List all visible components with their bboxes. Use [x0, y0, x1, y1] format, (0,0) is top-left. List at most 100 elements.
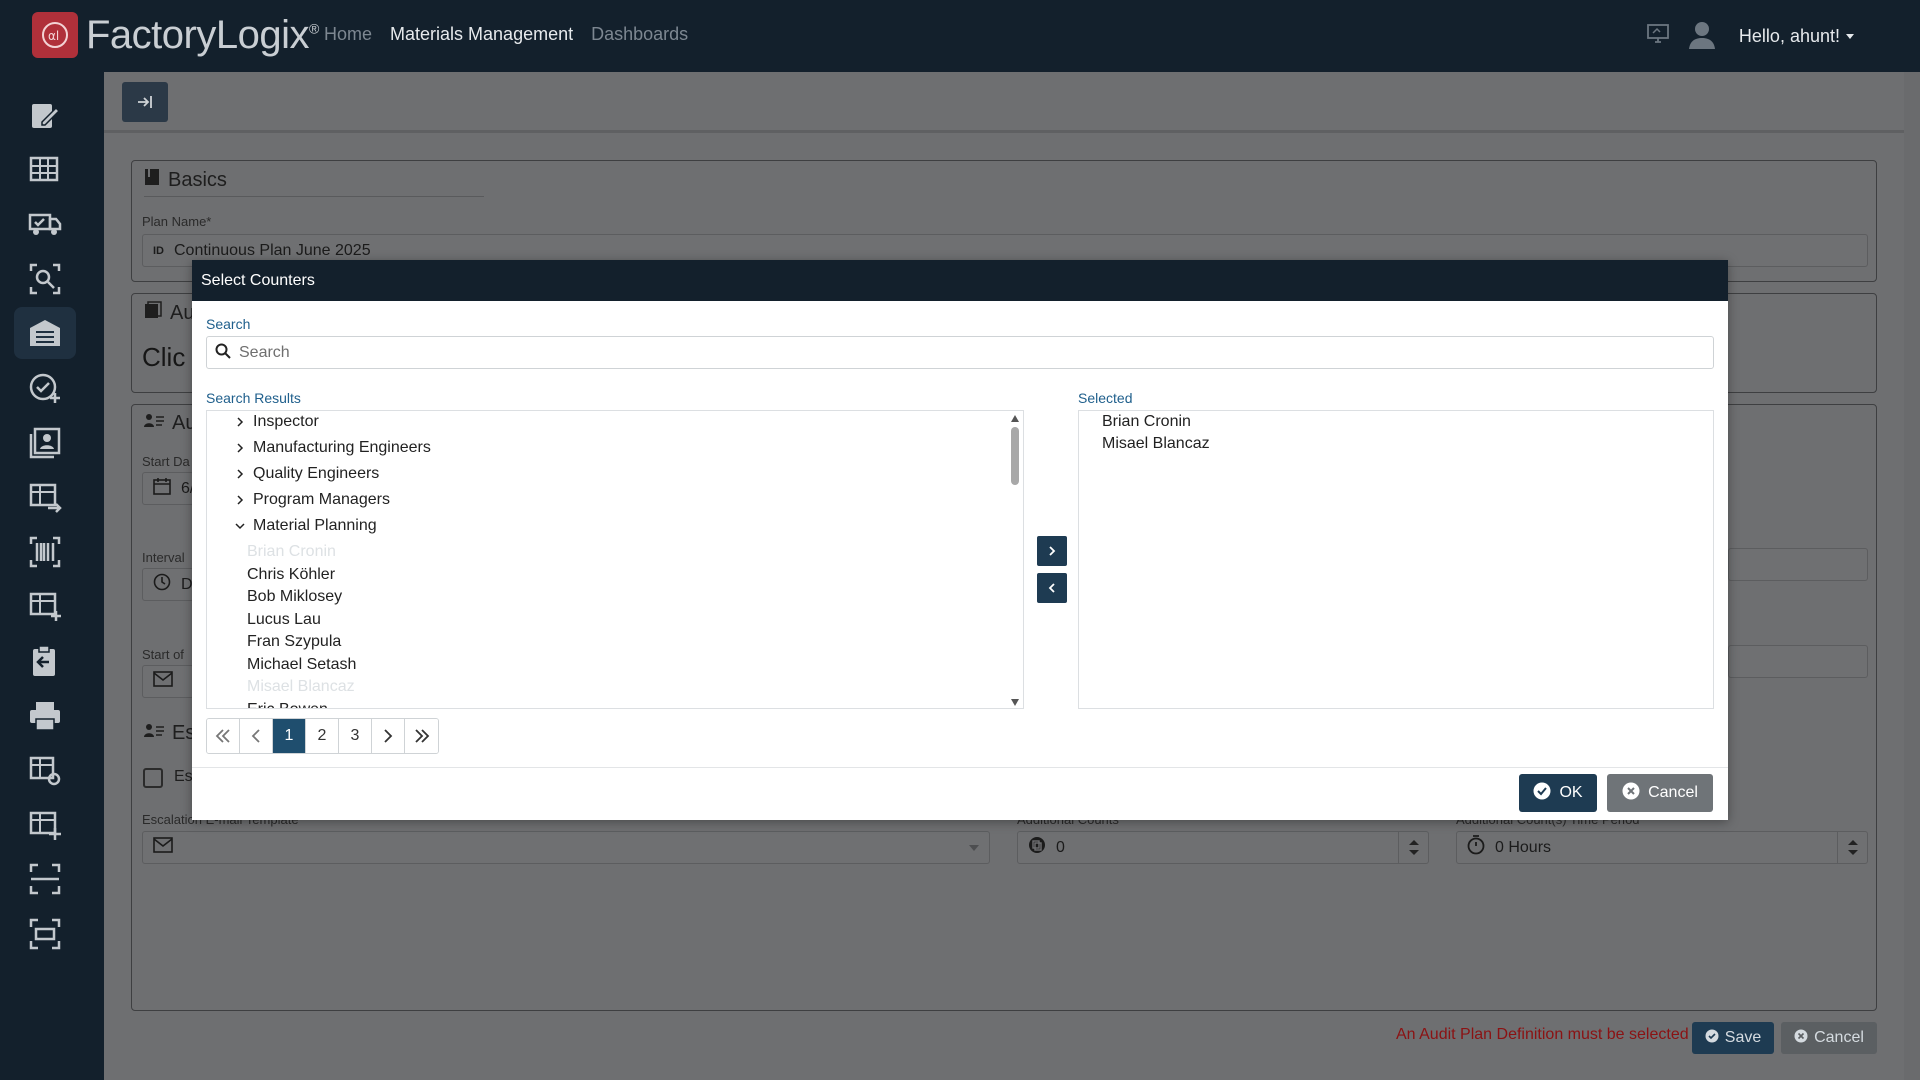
nav-materials-management[interactable]: Materials Management — [390, 24, 573, 45]
page-2-button[interactable]: 2 — [306, 719, 339, 753]
sidebar-item-check-plus[interactable] — [14, 362, 76, 414]
selected-list[interactable]: Brian Cronin Misael Blancaz — [1078, 410, 1714, 709]
check-circle-icon — [1533, 782, 1551, 805]
tree-group[interactable]: Manufacturing Engineers — [207, 437, 431, 459]
clock-icon — [153, 573, 171, 596]
grid-x-icon — [29, 156, 59, 181]
page-1-button[interactable]: 1 — [273, 719, 306, 753]
sidebar-item-clipboard-return[interactable] — [14, 635, 76, 687]
validation-error: An Audit Plan Definition must be selecte… — [1396, 1026, 1689, 1043]
list-item[interactable]: Michael Setash — [207, 654, 356, 676]
results-scrollbar[interactable] — [1007, 411, 1023, 708]
save-button[interactable]: Save — [1692, 1022, 1774, 1054]
sidebar-item-search-scan[interactable] — [14, 253, 76, 305]
mail-icon — [153, 837, 173, 858]
top-right-area: Hello, ahunt! — [1647, 18, 1920, 54]
sidebar-item-rack[interactable] — [14, 908, 76, 960]
page-3-button[interactable]: 3 — [339, 719, 372, 753]
interval-right-field[interactable] — [1728, 548, 1868, 581]
svg-text:αl: αl — [48, 29, 59, 43]
dialog-cancel-button[interactable]: Cancel — [1607, 774, 1713, 812]
nav-home[interactable]: Home — [324, 24, 372, 45]
escalation-checkbox-label: Es — [174, 768, 193, 785]
sidebar-item-truck-check[interactable] — [14, 198, 76, 250]
start-date-field[interactable]: 6/ — [142, 472, 194, 505]
list-item: Misael Blancaz — [247, 678, 355, 695]
chevron-down-icon[interactable] — [231, 521, 249, 531]
chevron-right-icon[interactable] — [231, 417, 249, 427]
collapse-panel-button[interactable] — [122, 82, 168, 122]
user-avatar-icon[interactable] — [1687, 19, 1717, 53]
audit-definition-link[interactable]: Clic — [142, 342, 185, 373]
tree-group-label: Program Managers — [253, 491, 390, 508]
nav-dashboards[interactable]: Dashboards — [591, 24, 688, 45]
tree-group-label: Manufacturing Engineers — [253, 439, 431, 456]
add-selected-button[interactable] — [1037, 536, 1067, 566]
tree-group[interactable]: Material Planning — [207, 515, 377, 537]
sidebar-item-grid-plus[interactable] — [14, 799, 76, 851]
select-counters-dialog: Select Counters Search Search Results In… — [192, 260, 1728, 820]
chevron-right-icon[interactable] — [231, 443, 249, 453]
list-item[interactable]: Chris Köhler — [207, 564, 335, 586]
ok-button[interactable]: OK — [1519, 774, 1597, 812]
escalation-checkbox[interactable] — [143, 768, 163, 788]
additional-counts-field[interactable]: 0 — [1017, 831, 1429, 864]
search-results-list[interactable]: Inspector Manufacturing Engineers Quality … — [206, 410, 1024, 709]
person-card-icon — [29, 427, 61, 458]
user-menu[interactable]: Hello, ahunt! — [1739, 26, 1854, 47]
chevron-right-icon[interactable] — [231, 495, 249, 505]
sidebar-item-barcode[interactable] — [14, 526, 76, 578]
search-scan-icon — [29, 263, 61, 295]
check-plus-icon — [29, 373, 60, 403]
barcode-icon — [29, 536, 61, 568]
search-input[interactable] — [239, 343, 1689, 362]
interval-field[interactable]: Da — [142, 568, 201, 601]
sidebar-item-grid-refresh[interactable] — [14, 744, 76, 796]
list-item[interactable]: Bob Miklosey — [207, 586, 342, 608]
first-page-button[interactable] — [207, 719, 240, 753]
sidebar-item-printer[interactable] — [14, 690, 76, 742]
search-label: Search — [206, 316, 251, 332]
start-of-label: Start of — [142, 647, 184, 662]
search-results-label: Search Results — [206, 390, 301, 406]
sidebar-item-grid-x[interactable] — [14, 144, 76, 196]
list-item[interactable]: Fran Szypula — [207, 631, 341, 653]
additional-counts-stepper[interactable] — [1398, 832, 1428, 863]
last-page-button[interactable] — [405, 719, 438, 753]
sidebar-item-grid-add[interactable] — [14, 580, 76, 632]
list-item[interactable]: Misael Blancaz — [1102, 435, 1210, 453]
tree-group[interactable]: Program Managers — [207, 489, 390, 511]
tree-group[interactable]: Inspector — [207, 411, 319, 433]
monitor-icon[interactable] — [1647, 24, 1669, 48]
previous-page-button[interactable] — [240, 719, 273, 753]
clipboard-return-icon — [33, 645, 55, 676]
sidebar-item-warehouse[interactable] — [14, 307, 76, 360]
user-list-icon — [144, 722, 164, 745]
search-box[interactable] — [206, 336, 1714, 369]
app-logo[interactable]: αl FactoryLogix® — [32, 12, 319, 58]
scroll-up-icon[interactable] — [1011, 415, 1019, 422]
additional-period-stepper[interactable] — [1837, 832, 1867, 863]
remove-selected-button[interactable] — [1037, 573, 1067, 603]
cancel-button[interactable]: Cancel — [1781, 1022, 1877, 1054]
start-of-field[interactable] — [142, 665, 194, 698]
tree-group[interactable]: Quality Engineers — [207, 463, 379, 485]
search-icon — [215, 343, 231, 363]
list-item[interactable]: Lucus Lau — [207, 609, 321, 631]
sidebar-item-clipboard-edit[interactable] — [14, 89, 76, 141]
page-scrollbar[interactable] — [1904, 72, 1920, 1080]
additional-period-field[interactable]: 0 Hours — [1456, 831, 1868, 864]
sidebar-item-scan-frame[interactable] — [14, 853, 76, 905]
brand-name: FactoryLogix® — [86, 12, 319, 57]
scrollbar-thumb[interactable] — [1011, 427, 1019, 485]
scroll-down-icon[interactable] — [1011, 699, 1019, 706]
next-page-button[interactable] — [372, 719, 405, 753]
start-of-right-field[interactable] — [1728, 645, 1868, 678]
tree-group-label: Quality Engineers — [253, 465, 380, 482]
chevron-right-icon[interactable] — [231, 469, 249, 479]
escalation-email-select[interactable] — [142, 831, 990, 864]
list-item[interactable]: Eric Bowen — [207, 699, 328, 709]
sidebar-item-person-card[interactable] — [14, 417, 76, 469]
sidebar-item-grid-arrow[interactable] — [14, 471, 76, 523]
list-item[interactable]: Brian Cronin — [1102, 413, 1191, 431]
